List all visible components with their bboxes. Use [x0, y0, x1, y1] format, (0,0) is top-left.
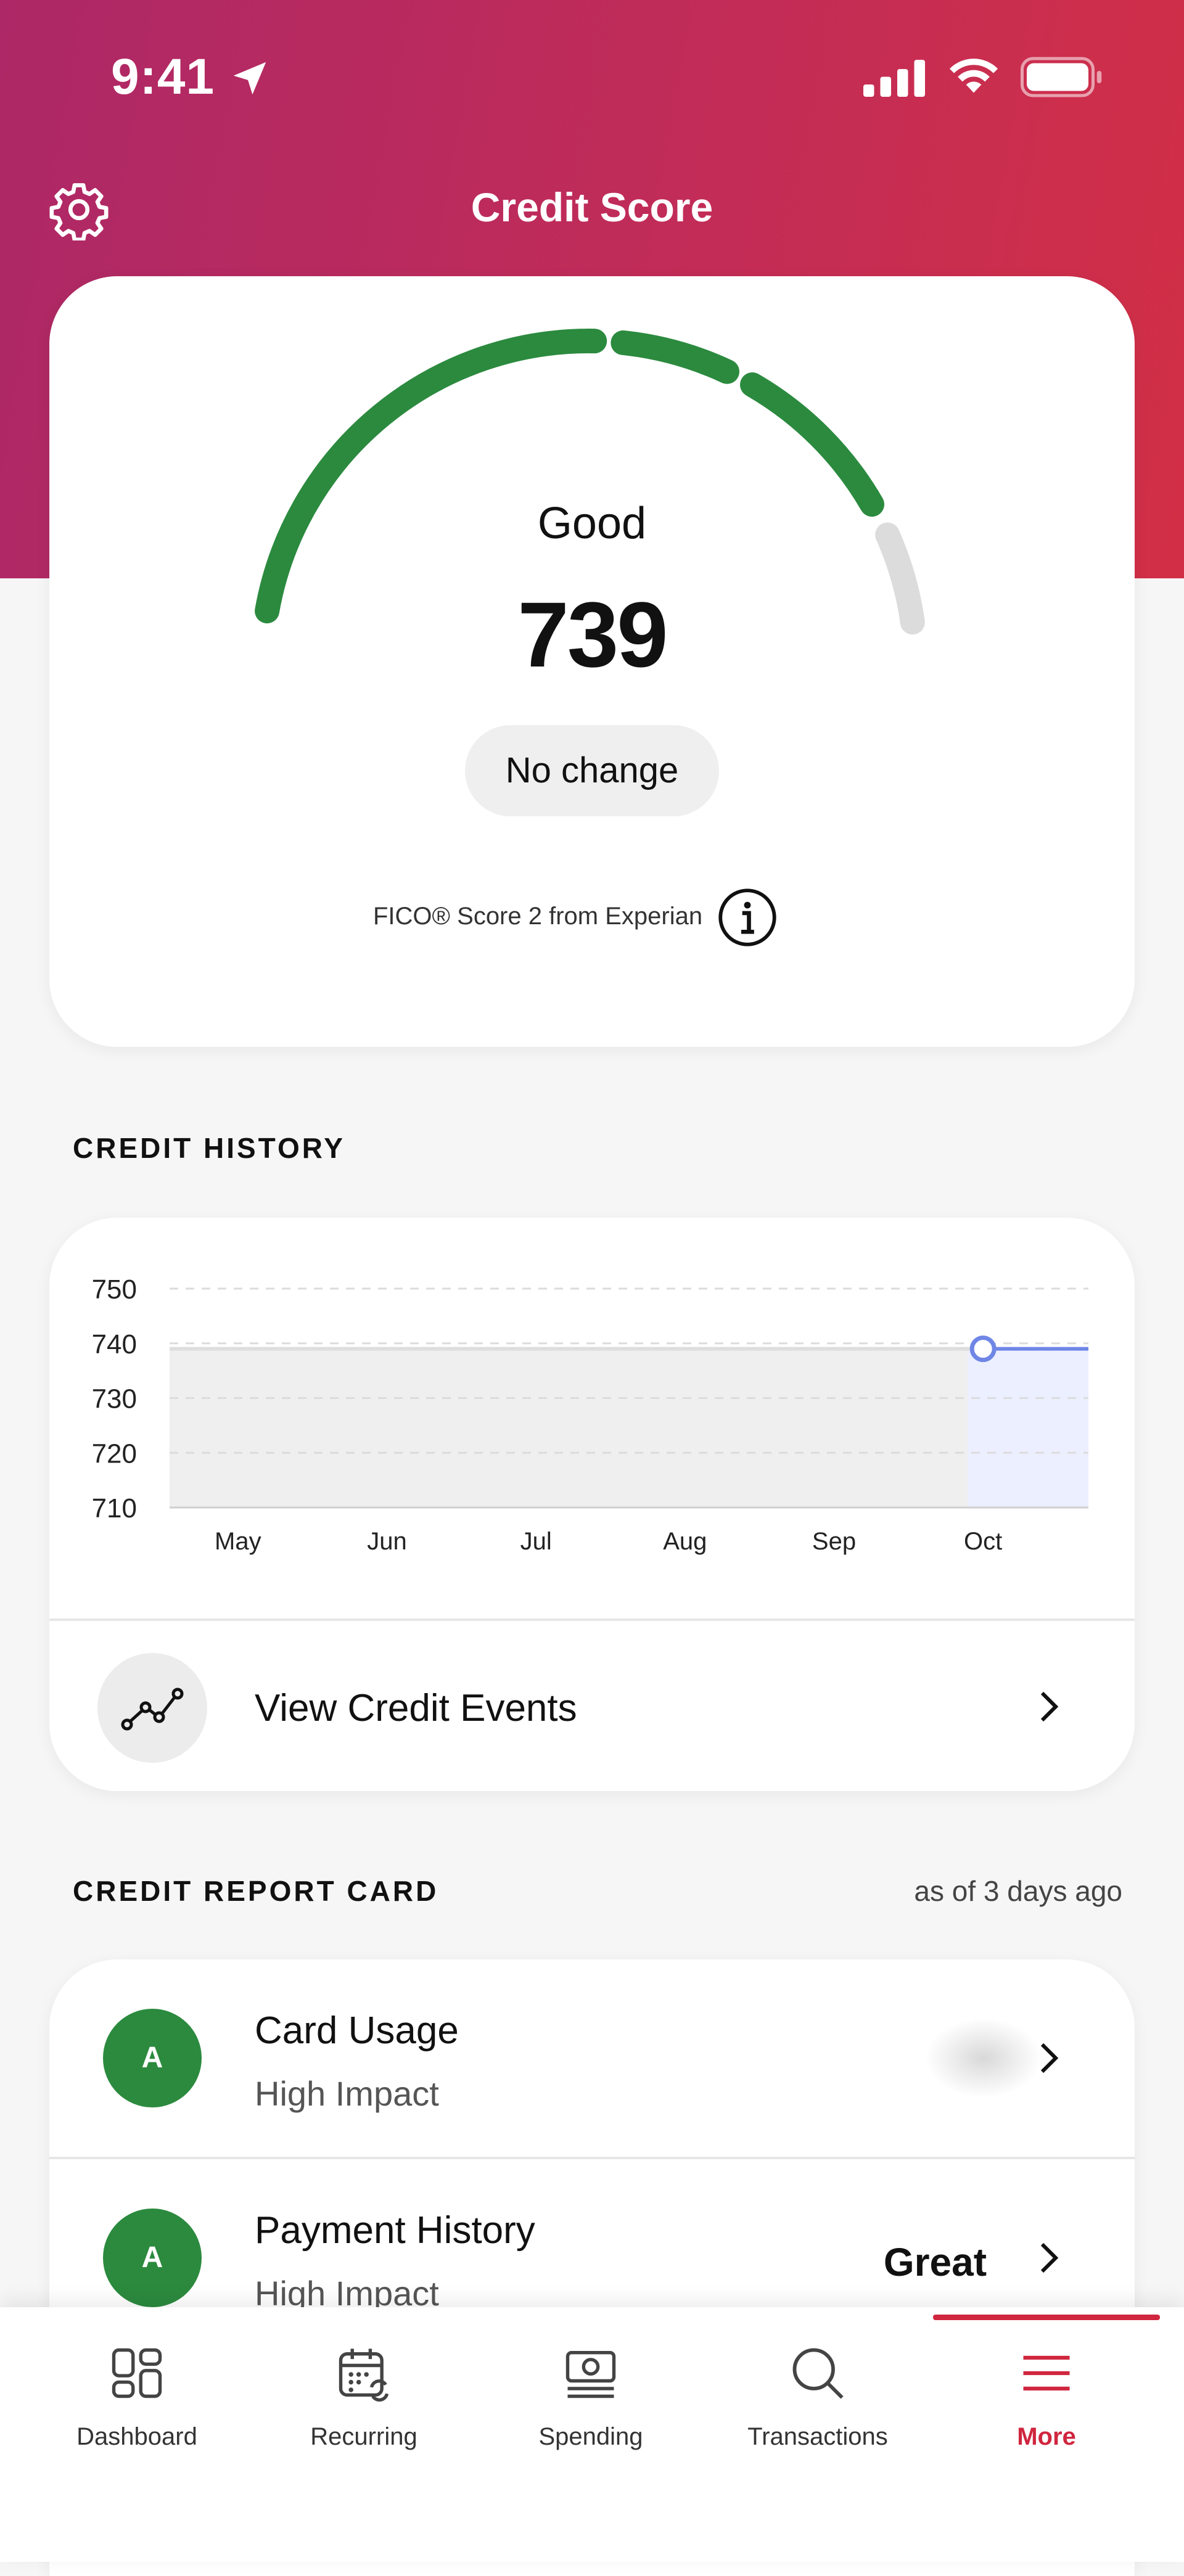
info-icon[interactable] [717, 887, 778, 948]
chevron-right-icon [1040, 2242, 1059, 2273]
score-source-text: FICO® Score 2 from Experian [373, 903, 703, 930]
cellular-signal-icon [863, 60, 925, 97]
y-tick-label: 730 [92, 1384, 137, 1414]
data-point [969, 1335, 997, 1363]
credit-score-card: Good 739 No change FICO® Score 2 from Ex… [49, 276, 1135, 1047]
report-row-card-usage[interactable]: A Card Usage High Impact [49, 1959, 1135, 2157]
grade-badge: A [103, 2209, 202, 2307]
battery-icon [1021, 57, 1102, 97]
menu-icon [1023, 2355, 1070, 2391]
chevron-right-icon [1040, 1691, 1059, 1722]
gauge-segment [740, 372, 884, 517]
report-updated-text: as of 3 days ago [914, 1875, 1122, 1907]
calendar-recurring-icon [339, 2348, 389, 2402]
tab-recurring[interactable]: Recurring [250, 2307, 477, 2562]
card-divider [49, 1618, 1135, 1621]
gauge-segment [255, 329, 607, 623]
search-icon [792, 2348, 844, 2399]
page-title: Credit Score [471, 184, 713, 230]
x-tick-label: Sep [812, 1528, 856, 1555]
tab-transactions[interactable]: Transactions [704, 2307, 931, 2562]
x-tick-label: Jul [520, 1528, 552, 1555]
y-tick-label: 740 [92, 1329, 137, 1360]
credit-history-chart: 750 740 730 720 710 May Jun Jul Aug Sep Oct [92, 1274, 1088, 1555]
tab-more[interactable]: More [933, 2307, 1160, 2562]
line-chart-icon [121, 1688, 184, 1731]
gauge-segment [610, 330, 739, 384]
events-icon-circle [97, 1653, 207, 1763]
dashboard-icon [112, 2348, 162, 2398]
chevron-right-icon [1040, 2043, 1059, 2074]
x-tick-label: Jun [367, 1528, 407, 1555]
score-change-badge: No change [465, 725, 719, 816]
report-item-value: Great [883, 2240, 987, 2284]
bottom-tab-bar: Dashboard Recurring Spending Transaction [0, 2307, 1184, 2562]
tab-label: Recurring [310, 2423, 417, 2450]
loading-placeholder [925, 2018, 1042, 2098]
credit-history-card: 750 740 730 720 710 May Jun Jul Aug Sep Oct View C… [49, 1218, 1135, 1791]
tab-spending[interactable]: Spending [477, 2307, 704, 2562]
x-tick-label: Oct [964, 1528, 1002, 1555]
y-tick-label: 750 [92, 1274, 137, 1305]
credit-report-heading: CREDIT REPORT CARD [73, 1875, 439, 1907]
report-item-title: Card Usage [255, 2009, 459, 2052]
credit-history-heading: CREDIT HISTORY [73, 1132, 345, 1164]
tab-label: Transactions [747, 2423, 888, 2450]
status-bar: 9:41 [0, 0, 1184, 154]
score-value: 739 [517, 583, 668, 686]
y-tick-label: 720 [92, 1438, 137, 1469]
tab-label: More [1017, 2423, 1076, 2450]
score-rating-label: Good [537, 499, 647, 548]
y-tick-label: 710 [92, 1493, 137, 1524]
chart-area [170, 1348, 1088, 1507]
wifi-icon [949, 59, 998, 93]
view-credit-events-button[interactable]: View Credit Events [49, 1622, 1135, 1791]
report-item-title: Payment History [255, 2209, 535, 2252]
report-item-impact: High Impact [255, 2074, 439, 2113]
tab-label: Spending [538, 2423, 643, 2450]
cash-icon [565, 2350, 616, 2398]
tab-dashboard[interactable]: Dashboard [23, 2307, 250, 2562]
tab-label: Dashboard [76, 2423, 197, 2450]
view-credit-events-label: View Credit Events [255, 1687, 577, 1729]
highlight-column [968, 1348, 1088, 1507]
x-tick-label: May [215, 1528, 261, 1555]
status-time: 9:41 [111, 49, 215, 105]
location-arrow-icon [233, 62, 266, 95]
x-tick-label: Aug [663, 1528, 707, 1555]
grade-badge: A [103, 2009, 202, 2107]
